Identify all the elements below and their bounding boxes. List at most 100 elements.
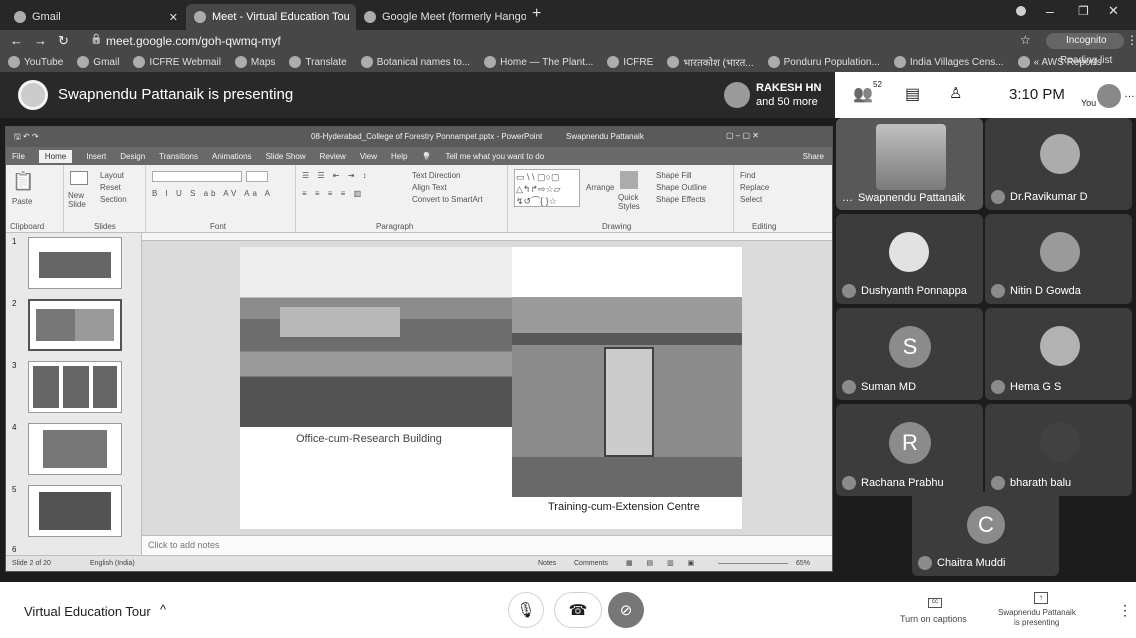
ppt-tab[interactable]: Design — [120, 152, 145, 161]
tell-me-search[interactable]: Tell me what you want to do — [445, 152, 544, 161]
save-icon[interactable]: 🖫 ↶ ↷ — [14, 131, 39, 145]
notes-pane[interactable]: Click to add notes — [142, 535, 832, 555]
tab-gmail[interactable]: Gmail ✕ — [6, 4, 186, 30]
align-text-button[interactable]: Align Text — [412, 183, 447, 192]
participant-tile[interactable]: bharath balu — [985, 404, 1132, 496]
notes-toggle[interactable]: Notes — [538, 560, 556, 567]
participant-tile[interactable]: Nitin D Gowda — [985, 214, 1132, 304]
paste-label[interactable]: Paste — [12, 197, 32, 206]
new-tab-button[interactable]: + — [532, 5, 541, 23]
replace-button[interactable]: Replace — [740, 183, 769, 192]
slide-thumbnail-1[interactable] — [28, 237, 122, 289]
new-slide-label[interactable]: New Slide — [68, 191, 96, 209]
profile-dot-icon[interactable] — [1016, 6, 1026, 16]
paste-icon[interactable]: 📋 — [12, 171, 34, 192]
view-buttons-icon[interactable]: ▦ ▤ ▥ ▣ — [626, 559, 700, 567]
comments-toggle[interactable]: Comments — [574, 560, 608, 567]
arrange-button[interactable]: Arrange — [586, 183, 614, 192]
shapes-gallery-icon[interactable]: ▭ \ \ ▢○▢ △↰↱⇨☆▱ ↯↺⌒{ }☆ — [514, 169, 580, 207]
participant-tile[interactable]: Dr.Ravikumar D — [985, 118, 1132, 210]
url-field[interactable]: meet.google.com/goh-qwmq-myf — [106, 34, 281, 48]
back-arrow-icon[interactable]: ← — [10, 33, 23, 48]
section-button[interactable]: Section — [100, 195, 127, 204]
ppt-tab[interactable]: Animations — [212, 152, 252, 161]
self-menu-icon[interactable]: … — [1124, 88, 1135, 100]
ppt-share-button[interactable]: Share — [803, 152, 824, 161]
text-direction-button[interactable]: Text Direction — [412, 171, 460, 180]
bookmark-item[interactable]: India Villages Cens... — [893, 56, 1004, 68]
bookmark-item[interactable]: ICFRE — [607, 56, 653, 68]
tab-meet[interactable]: Meet - Virtual Education Tou 🔊 ✕ — [186, 4, 356, 30]
zoom-slider[interactable] — [718, 563, 788, 564]
ppt-tab[interactable]: Transitions — [159, 152, 198, 161]
quick-styles-button[interactable]: Quick Styles — [618, 193, 648, 211]
bookmark-star-icon[interactable]: ☆ — [1020, 33, 1031, 47]
leave-call-button[interactable]: ☎ — [554, 592, 602, 628]
ppt-tab-home[interactable]: Home — [38, 149, 73, 163]
minimize-icon[interactable]: – — [1046, 3, 1054, 19]
layout-button[interactable]: Layout — [100, 171, 124, 180]
more-options-icon[interactable]: ⋮ — [1118, 602, 1132, 619]
browser-menu-icon[interactable]: ⋮ — [1126, 33, 1136, 47]
ppt-tab[interactable]: Help — [391, 152, 407, 161]
presenting-status-line2[interactable]: is presenting — [1014, 618, 1059, 627]
select-button[interactable]: Select — [740, 195, 762, 204]
zoom-level[interactable]: 65% — [796, 560, 810, 567]
reload-icon[interactable]: ↻ — [58, 33, 69, 49]
people-icon[interactable]: 👥 — [853, 84, 873, 104]
quick-styles-icon[interactable] — [620, 171, 638, 189]
reset-button[interactable]: Reset — [100, 183, 121, 192]
font-style-buttons-icon[interactable]: B I U S ab AV Aa A — [152, 189, 273, 198]
more-options-icon[interactable]: … — [842, 192, 853, 204]
bookmark-item[interactable]: Translate — [289, 56, 347, 68]
ppt-window-controls-icon[interactable]: ▢ – ▢ ✕ — [726, 131, 759, 140]
chevron-up-icon[interactable]: ^ — [160, 602, 166, 617]
camera-toggle-button[interactable]: ⊘ — [608, 592, 644, 628]
participant-tile[interactable]: … Swapnendu Pattanaik — [836, 118, 983, 210]
shape-effects-button[interactable]: Shape Effects — [656, 195, 706, 204]
close-window-icon[interactable]: ✕ — [1108, 3, 1119, 19]
ppt-tab[interactable]: Insert — [86, 152, 106, 161]
font-size-field[interactable] — [246, 171, 268, 182]
microphone-button[interactable]: 🎙 — [508, 592, 544, 628]
shape-outline-button[interactable]: Shape Outline — [656, 183, 707, 192]
participant-tile[interactable]: Hema G S — [985, 308, 1132, 400]
new-slide-icon[interactable] — [70, 171, 88, 185]
slide-thumbnail-4[interactable] — [28, 423, 122, 475]
incognito-badge[interactable]: Incognito — [1046, 33, 1124, 49]
align-buttons-icon[interactable]: ≡ ≡ ≡ ≡ ▥ — [302, 189, 364, 198]
restore-icon[interactable]: ❐ — [1078, 4, 1089, 18]
presenting-status-line1[interactable]: Swapnendu Pattanaik — [998, 608, 1076, 617]
slide-thumbnail-3[interactable] — [28, 361, 122, 413]
smartart-button[interactable]: Convert to SmartArt — [412, 195, 483, 204]
bookmark-item[interactable]: YouTube — [8, 56, 63, 68]
find-button[interactable]: Find — [740, 171, 756, 180]
close-tab-icon[interactable]: ✕ — [169, 11, 178, 24]
bookmark-item[interactable]: भारतकोश (भारत... — [667, 55, 754, 69]
slide-thumbnail-2[interactable] — [28, 299, 122, 351]
slide-thumbnail-5[interactable] — [28, 485, 122, 537]
ppt-tab[interactable]: File — [12, 152, 25, 161]
tab-google-meet-info[interactable]: Google Meet (formerly Hangout ✕ — [356, 4, 526, 30]
bookmark-item[interactable]: Home — The Plant... — [484, 56, 593, 68]
participant-tile[interactable]: R Rachana Prabhu — [836, 404, 983, 496]
present-icon[interactable]: ↑ — [1034, 592, 1048, 604]
current-slide[interactable]: Office-cum-Research Building Training-cu… — [240, 247, 742, 529]
bookmark-item[interactable]: Ponduru Population... — [767, 56, 880, 68]
ppt-tab[interactable]: Review — [320, 152, 346, 161]
participant-tile[interactable]: S Suman MD — [836, 308, 983, 400]
ppt-tab[interactable]: Slide Show — [266, 152, 306, 161]
forward-arrow-icon[interactable]: → — [34, 33, 47, 48]
font-name-field[interactable] — [152, 171, 242, 182]
activities-icon[interactable]: ♙ — [949, 84, 962, 102]
chat-icon[interactable]: ▤ — [905, 84, 920, 104]
participant-tile[interactable]: C Chaitra Muddi — [912, 492, 1059, 576]
shape-fill-button[interactable]: Shape Fill — [656, 171, 692, 180]
bookmark-item[interactable]: Botanical names to... — [360, 56, 470, 68]
participant-tile[interactable]: Dushyanth Ponnappa — [836, 214, 983, 304]
captions-icon[interactable]: cc — [928, 598, 942, 608]
bookmark-item[interactable]: Maps — [234, 56, 275, 68]
reading-list-button[interactable]: Reading list — [1060, 55, 1112, 66]
list-buttons-icon[interactable]: ☰ ☰ ⇤ ⇥ ↕ — [302, 171, 370, 180]
captions-button[interactable]: Turn on captions — [900, 614, 967, 624]
